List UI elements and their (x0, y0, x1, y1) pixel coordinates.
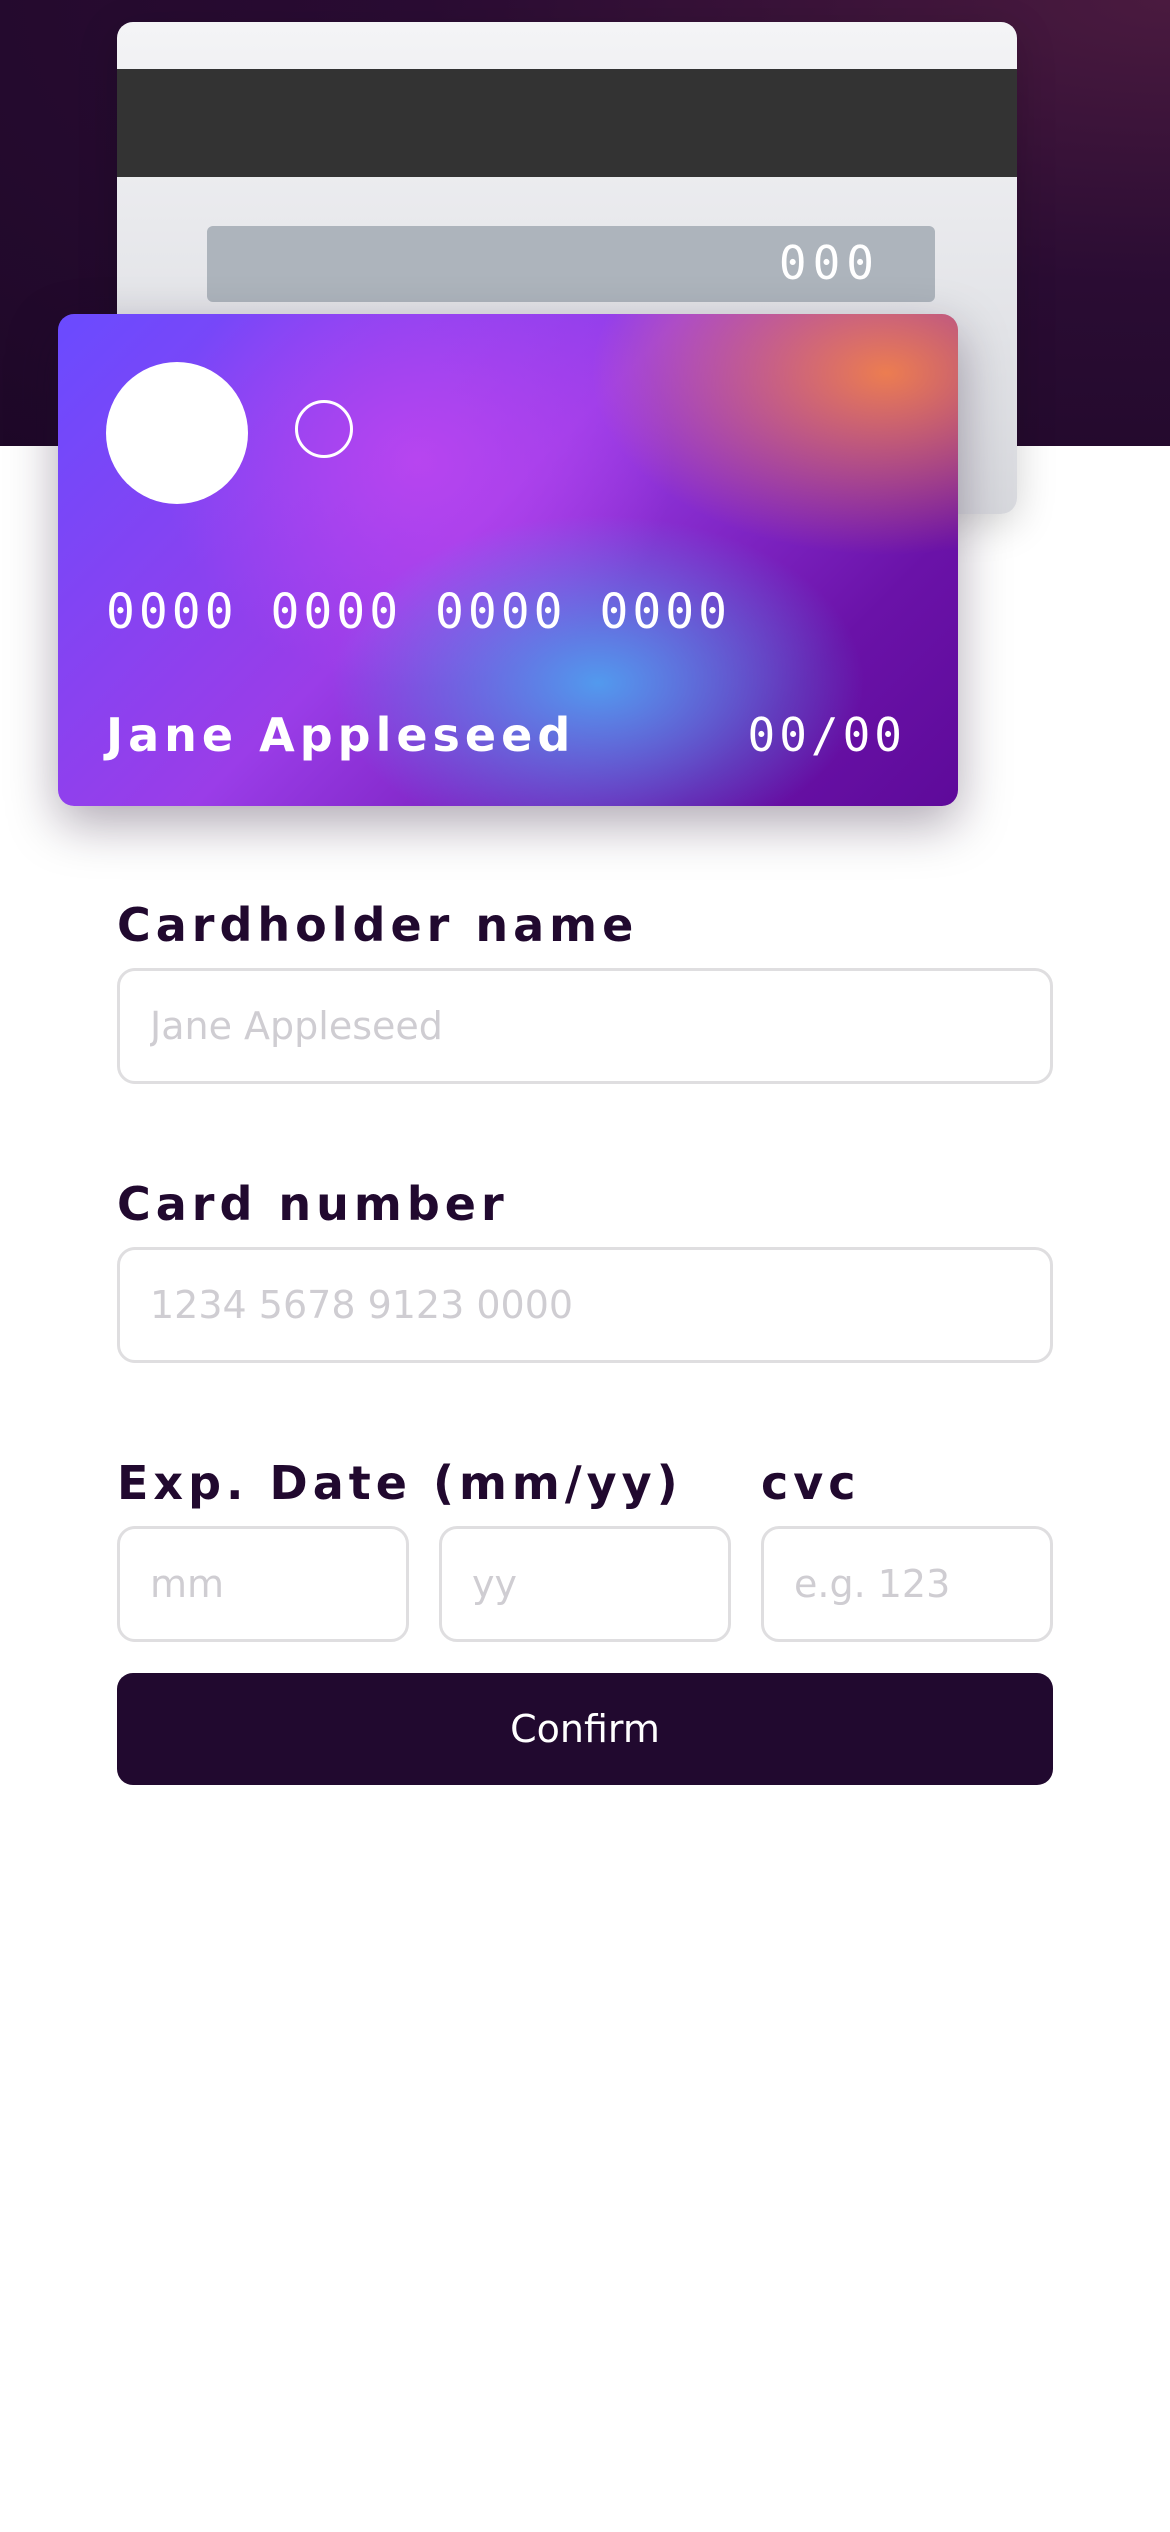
magnetic-strip (117, 69, 1017, 177)
card-logo-circle-outline-icon (295, 400, 353, 458)
signature-strip: 000 (207, 226, 935, 302)
card-back-cvc: 000 (778, 236, 880, 290)
card-front: 0000 0000 0000 0000 Jane Appleseed 00/00 (58, 314, 958, 806)
confirm-button[interactable]: Confirm (117, 1673, 1053, 1785)
card-front-holder-name: Jane Appleseed (106, 708, 576, 762)
cardholder-name-input[interactable] (117, 968, 1053, 1084)
exp-year-input[interactable] (439, 1526, 731, 1642)
card-logo-circle-filled-icon (106, 362, 248, 504)
cardholder-name-label: Cardholder name (117, 898, 639, 952)
card-front-number: 0000 0000 0000 0000 (106, 584, 732, 640)
exp-date-label: Exp. Date (mm/yy) (117, 1456, 683, 1510)
card-number-input[interactable] (117, 1247, 1053, 1363)
cvc-label: cvc (761, 1456, 861, 1510)
exp-month-input[interactable] (117, 1526, 409, 1642)
cvc-input[interactable] (761, 1526, 1053, 1642)
card-front-expiry: 00/00 (747, 708, 906, 762)
card-number-label: Card number (117, 1177, 509, 1231)
